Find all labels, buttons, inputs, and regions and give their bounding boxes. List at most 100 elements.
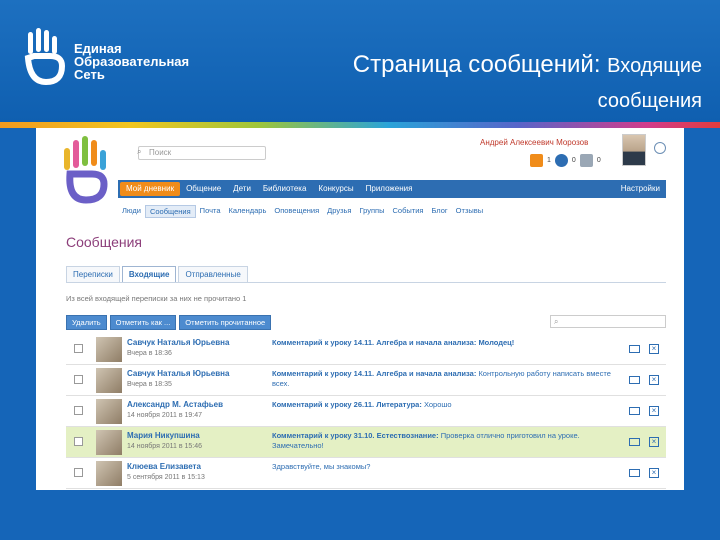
delete-button[interactable]: Удалить [66, 315, 107, 330]
events-icon[interactable] [579, 154, 593, 167]
subnav-messages[interactable]: Сообщения [144, 205, 196, 218]
table-row[interactable]: Савчук Наталья Юрьевна Вчера в 18:36 Ком… [66, 334, 666, 365]
org-name: Единая Образовательная Сеть [74, 41, 190, 82]
subnav-notifications[interactable]: Оповещения [270, 205, 323, 218]
tab-sent[interactable]: Отправленные [178, 266, 248, 282]
message-topic: Комментарий к уроку 14.11. Алгебра и нач… [272, 338, 477, 347]
sender-avatar [96, 430, 122, 455]
filter-input[interactable]: ⌕ [550, 315, 666, 328]
nav-apps[interactable]: Приложения [360, 182, 419, 196]
friends-count: 0 [571, 157, 576, 164]
hand-logo-icon [24, 28, 66, 86]
tab-inbox[interactable]: Входящие [121, 266, 177, 282]
row-checkbox[interactable] [74, 468, 83, 477]
message-tabs: Переписки Входящие Отправленные [66, 266, 250, 282]
delete-icon[interactable]: × [649, 406, 659, 416]
message-body: Молодец! [478, 338, 515, 347]
friends-icon[interactable] [554, 154, 568, 167]
page-title: Сообщения [66, 234, 142, 250]
sender-name[interactable]: Савчук Наталья Юрьевна [127, 338, 229, 347]
delete-icon[interactable]: × [649, 437, 659, 447]
sender-avatar [96, 461, 122, 486]
message-toolbar: Удалить Отметить как ... Отметить прочит… [66, 315, 272, 330]
search-icon: ⌕ [137, 147, 142, 156]
events-count: 0 [596, 157, 601, 164]
message-date: 14 ноября 2011 в 19:47 [127, 412, 203, 419]
search-placeholder: Поиск [149, 148, 172, 157]
reply-icon[interactable] [629, 438, 640, 446]
message-body: Хорошо [423, 400, 452, 409]
subnav-mail[interactable]: Почта [196, 205, 225, 218]
nav-communication[interactable]: Общение [180, 182, 227, 196]
subnav-groups[interactable]: Группы [355, 205, 388, 218]
reply-icon[interactable] [629, 469, 640, 477]
message-date: Вчера в 18:36 [127, 350, 172, 357]
message-date: 14 ноября 2011 в 15:46 [127, 443, 203, 450]
row-checkbox[interactable] [74, 437, 83, 446]
nav-my-diary[interactable]: Мой дневник [120, 182, 181, 196]
message-date: Вчера в 18:35 [127, 381, 172, 388]
message-topic: Комментарий к уроку 31.10. Естествознани… [272, 431, 439, 440]
site-screenshot: ⌕ Поиск Андрей Алексеевич Морозов 1 0 0 … [36, 128, 684, 490]
tab-divider [66, 282, 666, 283]
message-subject[interactable]: Комментарий к уроку 26.11. Литература: Х… [272, 400, 622, 410]
nav-contests[interactable]: Конкурсы [312, 182, 359, 196]
row-checkbox[interactable] [74, 406, 83, 415]
user-name-link[interactable]: Андрей Алексеевич Морозов [480, 138, 588, 147]
slide-title-sub-2: сообщения [597, 90, 702, 112]
delete-icon[interactable]: × [649, 375, 659, 385]
table-row[interactable]: Савчук Наталья Юрьевна Вчера в 18:35 Ком… [66, 365, 666, 396]
slide-header: Единая Образовательная Сеть Страница соо… [0, 0, 720, 122]
message-topic: Комментарий к уроку 14.11. Алгебра и нач… [272, 369, 477, 378]
reply-icon[interactable] [629, 407, 640, 415]
subnav-people[interactable]: Люди [118, 205, 145, 218]
filter-search-icon: ⌕ [554, 317, 559, 326]
table-row[interactable]: Александр М. Астафьев 14 ноября 2011 в 1… [66, 396, 666, 427]
slide-title-main: Страница сообщений: [352, 51, 601, 78]
messages-icon[interactable] [530, 154, 543, 167]
message-subject[interactable]: Здравствуйте, мы знакомы? [272, 462, 622, 472]
message-list: Савчук Наталья Юрьевна Вчера в 18:36 Ком… [66, 334, 666, 489]
sender-name[interactable]: Клюева Елизавета [127, 462, 201, 471]
user-notifications: 1 0 0 [530, 154, 601, 167]
slide-footer [0, 490, 720, 540]
main-navbar: Мой дневник Общение Дети Библиотека Конк… [118, 180, 666, 198]
nav-children[interactable]: Дети [227, 182, 257, 196]
subnav-reviews[interactable]: Отзывы [452, 205, 487, 218]
subnav-blog[interactable]: Блог [427, 205, 451, 218]
sender-avatar [96, 337, 122, 362]
message-topic: Комментарий к уроку 26.11. Литература: [272, 400, 422, 409]
nav-settings[interactable]: Настройки [615, 182, 666, 196]
sender-name[interactable]: Мария Никупшина [127, 431, 200, 440]
subnav-calendar[interactable]: Календарь [225, 205, 271, 218]
row-checkbox[interactable] [74, 344, 83, 353]
reply-icon[interactable] [629, 345, 640, 353]
table-row[interactable]: Клюева Елизавета 5 сентября 2011 в 15:13… [66, 458, 666, 489]
sender-name[interactable]: Александр М. Астафьев [127, 400, 223, 409]
row-checkbox[interactable] [74, 375, 83, 384]
avatar[interactable] [622, 134, 646, 166]
logout-icon[interactable] [654, 142, 666, 154]
unread-hint: Из всей входящей переписки за них не про… [66, 294, 247, 303]
table-row[interactable]: Мария Никупшина 14 ноября 2011 в 15:46 К… [66, 427, 666, 458]
messages-count: 1 [547, 157, 551, 164]
subnav-events[interactable]: События [388, 205, 427, 218]
subnav-friends[interactable]: Друзья [323, 205, 355, 218]
search-input[interactable]: ⌕ Поиск [137, 146, 266, 160]
delete-icon[interactable]: × [649, 344, 659, 354]
sender-name[interactable]: Савчук Наталья Юрьевна [127, 369, 229, 378]
mark-read-button[interactable]: Отметить прочитанное [179, 315, 272, 330]
nav-library[interactable]: Библиотека [257, 182, 313, 196]
message-subject[interactable]: Комментарий к уроку 31.10. Естествознани… [272, 431, 622, 451]
message-body: Здравствуйте, мы знакомы? [272, 462, 371, 471]
sender-avatar [96, 368, 122, 393]
sub-navbar: Люди Сообщения Почта Календарь Оповещени… [118, 205, 487, 218]
reply-icon[interactable] [629, 376, 640, 384]
slide-title-sub-1: Входящие [607, 55, 702, 77]
message-subject[interactable]: Комментарий к уроку 14.11. Алгебра и нач… [272, 338, 622, 348]
delete-icon[interactable]: × [649, 468, 659, 478]
mark-as-button[interactable]: Отметить как ... [109, 315, 177, 330]
tab-conversations[interactable]: Переписки [66, 266, 120, 282]
message-date: 5 сентября 2011 в 15:13 [127, 474, 205, 481]
message-subject[interactable]: Комментарий к уроку 14.11. Алгебра и нач… [272, 369, 622, 389]
